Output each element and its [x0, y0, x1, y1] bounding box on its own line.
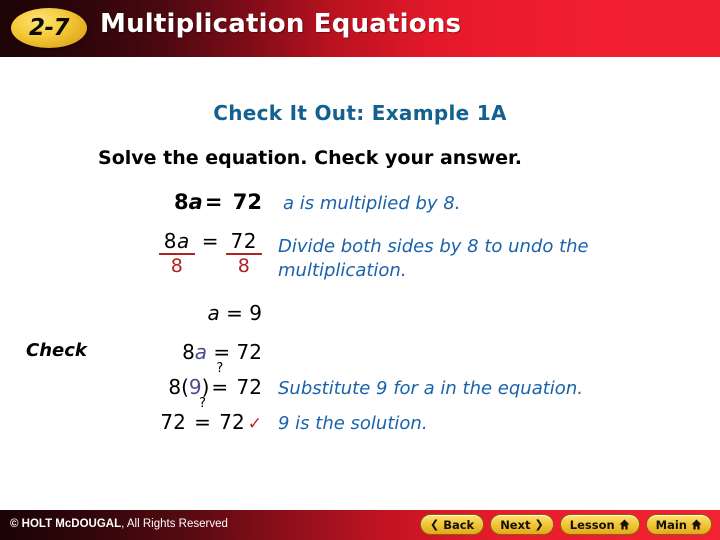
- left-fraction-numerator: 8a: [159, 231, 195, 253]
- copyright-rest: , All Rights Reserved: [121, 518, 228, 530]
- step2-equals: =: [201, 229, 219, 253]
- check3-equals: =: [194, 410, 211, 434]
- check-line-1: 8a = 72: [0, 340, 324, 364]
- check1-variable: a: [194, 340, 208, 364]
- check2-question-equals: ? =: [209, 362, 230, 399]
- check-line-3: 72 ? = 72 ✓: [0, 397, 296, 434]
- back-button[interactable]: ❮ Back: [419, 514, 485, 535]
- right-fraction-denominator: 8: [237, 255, 250, 277]
- explanation-note-3: Substitute 9 for a in the equation.: [278, 378, 583, 399]
- slide-title: Multiplication Equations: [100, 9, 462, 39]
- check3-right: 72: [219, 410, 245, 434]
- check1-coefficient: 8: [182, 340, 195, 364]
- next-button[interactable]: Next ❯: [490, 514, 554, 535]
- copyright-text: © HOLT McDOUGAL, All Rights Reserved: [10, 518, 228, 530]
- lesson-number-label: 2-7: [28, 14, 70, 41]
- check2-question-mark: ?: [216, 361, 224, 376]
- step3-variable: a: [207, 301, 220, 325]
- step1-result: 72: [232, 190, 262, 214]
- equation-step-2: 8a 8 = 72 8: [0, 231, 300, 276]
- step1-equals: =: [204, 190, 223, 214]
- check-mark-icon: ✓: [247, 414, 262, 434]
- slide-footer: © HOLT McDOUGAL, All Rights Reserved ❮ B…: [0, 510, 720, 540]
- chevron-right-icon: ❯: [534, 518, 544, 531]
- slide-body: Check It Out: Example 1A Solve the equat…: [0, 57, 720, 510]
- main-button-label: Main: [655, 517, 687, 532]
- step1-coefficient: 8: [174, 190, 189, 214]
- lesson-button-label: Lesson: [569, 517, 615, 532]
- lesson-button[interactable]: Lesson: [559, 514, 640, 535]
- slide-header: 2-7 Multiplication Equations: [0, 0, 720, 57]
- navigation-bar: ❮ Back Next ❯ Lesson Main: [419, 514, 712, 535]
- check3-left: 72: [160, 410, 186, 434]
- home-icon: [619, 519, 630, 530]
- check2-result: 72: [236, 375, 262, 399]
- check1-result: 72: [236, 340, 262, 364]
- left-num-variable: a: [177, 229, 190, 253]
- step1-variable: a: [188, 190, 203, 214]
- left-fraction-denominator: 8: [170, 255, 183, 277]
- back-button-label: Back: [443, 517, 475, 532]
- chevron-left-icon: ❮: [429, 518, 440, 531]
- instruction-text: Solve the equation. Check your answer.: [98, 147, 522, 169]
- example-title: Check It Out: Example 1A: [213, 101, 507, 125]
- right-fraction-numerator: 72: [230, 229, 257, 253]
- check2-expression: 8(: [168, 375, 189, 399]
- check3-question-equals: ? =: [192, 397, 213, 434]
- main-button[interactable]: Main: [645, 514, 712, 535]
- step3-equals: =: [226, 301, 243, 325]
- right-fraction: 72 8: [225, 229, 262, 277]
- copyright-brand: © HOLT McDOUGAL: [10, 518, 122, 530]
- equation-step-1: 8a= 72: [0, 190, 307, 214]
- step3-value: 9: [249, 301, 262, 325]
- home-icon: [691, 519, 702, 530]
- equation-step-3: a = 9: [0, 301, 332, 325]
- next-button-label: Next: [500, 517, 531, 532]
- left-fraction: 8a 8: [158, 231, 195, 277]
- explanation-note-1: a is multiplied by 8.: [283, 193, 461, 214]
- explanation-note-4: 9 is the solution.: [278, 413, 428, 434]
- check3-question-mark: ?: [199, 396, 206, 411]
- check2-equals: =: [211, 375, 229, 399]
- left-num-coefficient: 8: [163, 229, 178, 253]
- lesson-number-badge: 2-7: [11, 8, 87, 48]
- explanation-note-2: Divide both sides by 8 to undo the multi…: [278, 236, 589, 281]
- check-line-2: 8(9)? = 72: [0, 362, 324, 399]
